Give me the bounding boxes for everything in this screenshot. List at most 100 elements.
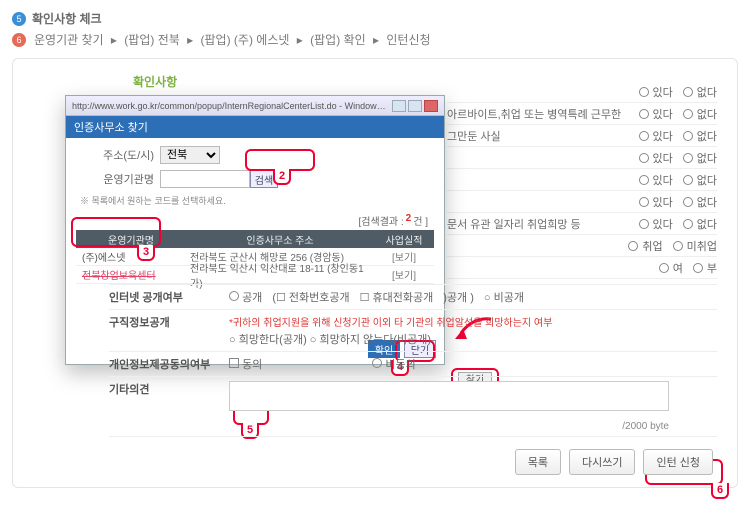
list-button[interactable]: 목록 [515,449,561,475]
bc-item: (팝업) 전북 [124,33,180,47]
popup-heading: 인증사무소 찾기 [66,116,444,138]
opt-label: 여 [673,260,683,276]
opt-label: 없다 [697,194,717,210]
radio-icon[interactable] [372,358,382,368]
radio-icon[interactable] [683,175,693,185]
byte-counter: /2000 byte [229,421,669,432]
label-internet-public: 인터넷 공개여부 [109,289,229,305]
rewrite-button[interactable]: 다시쓰기 [569,449,635,475]
opt-label: 동의 [242,359,262,371]
note-red: *귀하의 취업지원을 위해 신청기관 이외 타 기관의 취업알선을 희망하는지 … [229,314,552,329]
result-label: [검색결과 : [359,213,404,228]
opt-label: 있다 [653,216,673,232]
cell-view-link[interactable]: [보기] [374,267,434,282]
step5-title: 확인사항 체크 [32,10,102,27]
label-other-opinion: 기타의견 [109,381,229,397]
radio-icon[interactable] [639,219,649,229]
q-row: 아르바이트,취업 또는 병역특례 근무한 있다 없다 [447,103,717,125]
opt-label: 있다 [653,128,673,144]
bc-arrow-icon: ▸ [373,33,379,47]
bc-arrow-icon: ▸ [297,33,303,47]
step6-bullet: 6 [12,33,26,47]
bottom-form: 인터넷 공개여부 공개 (☐ 전화번호공개 ☐ 휴대전화공개 )공개 ) ○ 비… [109,284,717,437]
section-heading: 확인사항 [133,73,177,90]
q-row: 있다 없다 [447,81,717,103]
opt-label: 없다 [697,106,717,122]
breadcrumb: 6 운영기관 찾기 ▸ (팝업) 전북 ▸ (팝업) (주) 에스넷 ▸ (팝업… [12,31,738,48]
bc-item: 인턴신청 [386,33,430,47]
radio-icon[interactable] [639,153,649,163]
opt-label: ☐ 휴대전화공개 [360,289,434,305]
cell-orgname: (주)에스넷 [76,249,186,264]
bc-item: (팝업) 확인 [310,33,366,47]
questionnaire-rows: 있다 없다 아르바이트,취업 또는 병역특례 근무한 있다 없다 그만둔 사실 … [447,81,717,279]
opt-label: ○ 비공개 [484,289,524,305]
cell-view-link[interactable]: [보기] [374,249,434,264]
opt-label: 없다 [697,172,717,188]
radio-icon[interactable] [628,241,638,251]
th-orgname: 운영기관명 [76,232,186,247]
checkbox-icon[interactable] [229,358,239,368]
bc-arrow-icon: ▸ [111,33,117,47]
radio-icon[interactable] [639,175,649,185]
radio-icon[interactable] [639,109,649,119]
callout-num-6: 6 [711,483,729,499]
radio-icon[interactable] [683,219,693,229]
callout-num-2: 2 [273,169,291,185]
radio-icon[interactable] [683,197,693,207]
q-text: 아르바이트,취업 또는 병역특례 근무한 [447,106,639,122]
popup-note: ※ 목록에서 원하는 코드를 선택하세요. [80,194,434,207]
intern-apply-button[interactable]: 인턴 신청 [643,449,713,475]
radio-icon[interactable] [683,109,693,119]
opt-label: 있다 [653,150,673,166]
radio-icon[interactable] [693,263,703,273]
maximize-icon[interactable] [408,100,422,112]
radio-icon[interactable] [639,87,649,97]
th-address: 인증사무소 주소 [186,232,374,247]
result-label: 건 ] [413,213,428,228]
q-row: 문서 유관 일자리 취업희망 등 있다 없다 [447,213,717,235]
q-row: 있다 없다 [447,169,717,191]
opt-label: ○ 희망한다(공개) ○ 희망하지 않는다(비공개) [229,331,431,347]
label-orgname: 운영기관명 [76,171,160,187]
opt-label: 있다 [653,194,673,210]
radio-icon[interactable] [683,87,693,97]
step5-header: 5 확인사항 체크 [12,10,738,27]
radio-icon[interactable] [683,153,693,163]
region-select[interactable]: 전북 [160,146,220,164]
result-count-num: 2 [406,213,412,228]
q-text: 그만둔 사실 [447,128,639,144]
th-perf: 사업실적 [374,232,434,247]
opt-label: 없다 [697,128,717,144]
label-address: 주소(도/시) [76,147,160,163]
opt-label: 있다 [653,172,673,188]
opt-label: (☐ 전화번호공개 [272,289,349,305]
radio-icon[interactable] [673,241,683,251]
q-row: 그만둔 사실 있다 없다 [447,125,717,147]
radio-icon[interactable] [683,131,693,141]
q-text: 문서 유관 일자리 취업희망 등 [447,216,639,232]
radio-icon[interactable] [639,197,649,207]
page-root: 5 확인사항 체크 6 운영기관 찾기 ▸ (팝업) 전북 ▸ (팝업) (주)… [0,0,750,498]
radio-icon[interactable] [229,291,239,301]
opinion-textarea[interactable] [229,381,669,411]
cell-orgname: 전북창업보육센터 [76,267,186,282]
minimize-icon[interactable] [392,100,406,112]
table-row[interactable]: 전북창업보육센터 전라북도 익산시 익산대로 18-11 (창인동1가) [보기… [76,266,434,284]
opt-label: 부 [707,260,717,276]
close-icon[interactable] [424,100,438,112]
radio-icon[interactable] [639,131,649,141]
q-row: 있다 없다 [447,191,717,213]
bc-arrow-icon: ▸ [187,33,193,47]
radio-icon[interactable] [659,263,669,273]
breadcrumb-items: 운영기관 찾기 ▸ (팝업) 전북 ▸ (팝업) (주) 에스넷 ▸ (팝업) … [32,31,433,48]
popup-form: 주소(도/시) 전북 운영기관명 검색 ※ 목록에서 원하는 코드를 선택하세요… [66,138,444,288]
popup-titlebar: http://www.work.go.kr/common/popup/Inter… [66,96,444,116]
table-header: 운영기관명 인증사무소 주소 사업실적 [76,230,434,248]
q-row: 취업 미취업 [447,235,717,257]
popup-url: http://www.work.go.kr/common/popup/Inter… [72,101,388,111]
opt-label: 없다 [697,150,717,166]
result-count: [검색결과 : 2 건 ] [76,213,434,230]
opt-label: 없다 [697,216,717,232]
orgname-input[interactable] [160,170,250,188]
